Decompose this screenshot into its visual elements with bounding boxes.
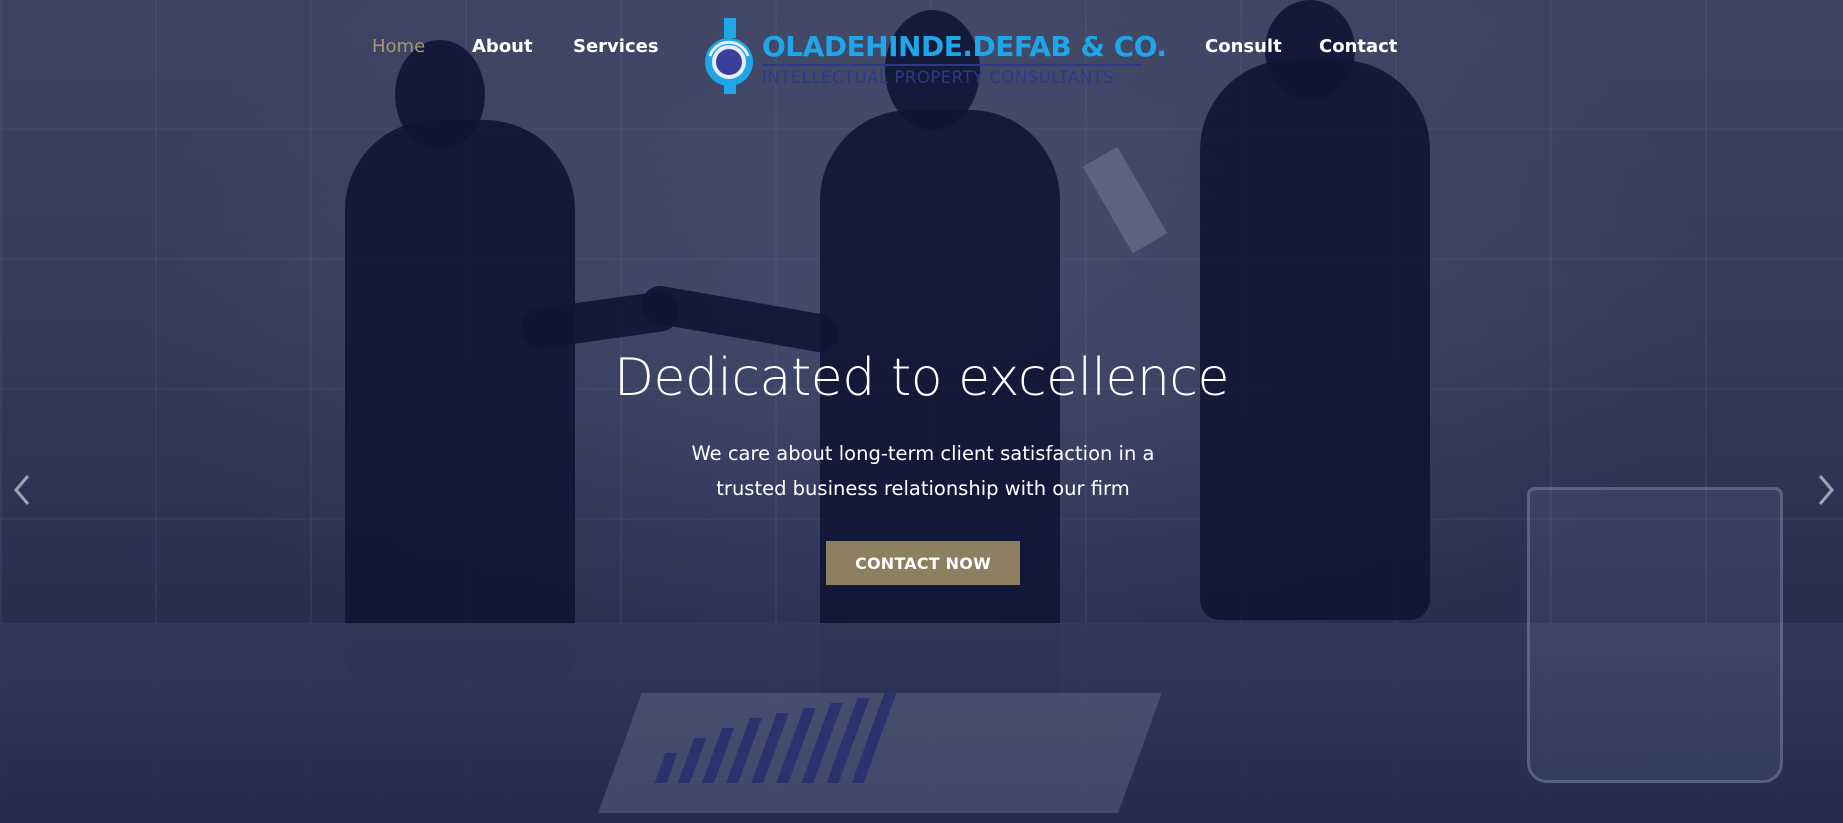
contact-now-button[interactable]: CONTACT NOW bbox=[826, 541, 1020, 585]
hero-subtext: We care about long-term client satisfact… bbox=[691, 442, 1155, 500]
logo-mark-icon bbox=[702, 16, 756, 96]
nav-home[interactable]: Home bbox=[372, 36, 425, 57]
main-nav: Home About Services OLADEHINDE.DEFAB & C… bbox=[0, 0, 1843, 100]
nav-services[interactable]: Services bbox=[573, 36, 659, 57]
logo-subtitle: INTELLECTUAL PROPERTY CONSULTANTS bbox=[762, 68, 1115, 87]
site-logo[interactable]: OLADEHINDE.DEFAB & CO. INTELLECTUAL PROP… bbox=[702, 16, 1167, 96]
hero-headline: Dedicated to excellence bbox=[613, 348, 1230, 408]
logo-title: OLADEHINDE.DEFAB & CO. bbox=[762, 30, 1167, 63]
nav-about[interactable]: About bbox=[472, 36, 533, 57]
slider-prev-button[interactable] bbox=[8, 470, 38, 510]
nav-contact[interactable]: Contact bbox=[1319, 36, 1397, 57]
logo-divider bbox=[762, 64, 1142, 66]
nav-consult[interactable]: Consult bbox=[1205, 36, 1282, 57]
hero-slider: Home About Services OLADEHINDE.DEFAB & C… bbox=[0, 0, 1843, 823]
image-overlay bbox=[0, 0, 1843, 823]
chevron-right-icon bbox=[1810, 475, 1840, 514]
chevron-left-icon bbox=[8, 475, 38, 514]
slider-next-button[interactable] bbox=[1810, 470, 1840, 510]
